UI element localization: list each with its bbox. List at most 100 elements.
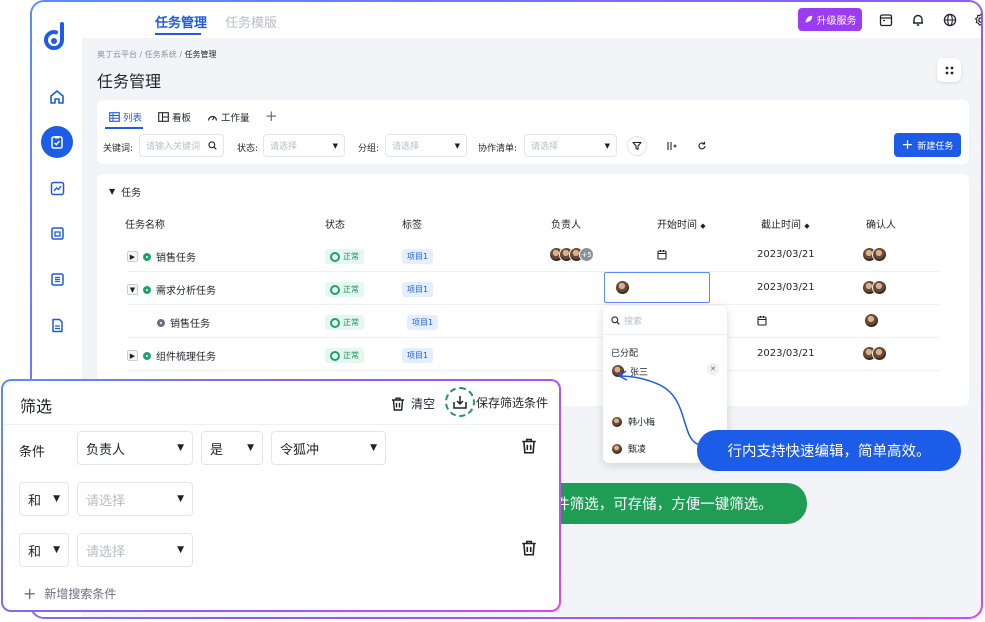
- avatar: [872, 280, 887, 295]
- chevron-down-icon: ▼: [370, 443, 377, 453]
- keyword-input[interactable]: 请输入关键词: [139, 134, 224, 157]
- end-date[interactable]: 2023/03/21: [757, 282, 815, 293]
- chevron-down-icon: ▼: [604, 141, 610, 150]
- filter-panel-title: 筛选: [20, 397, 53, 416]
- assigned-user-item[interactable]: 张三: [611, 364, 648, 378]
- tag-cell: 项目1: [407, 315, 439, 330]
- assigned-user-name: 张三: [630, 367, 649, 378]
- operator-select[interactable]: 是 ▼: [201, 431, 263, 465]
- user-option[interactable]: 韩小梅: [611, 415, 655, 428]
- search-icon: [208, 141, 217, 150]
- chevron-down-icon: ▼: [53, 545, 60, 555]
- calendar-icon[interactable]: [877, 11, 895, 29]
- delete-condition-icon[interactable]: [520, 437, 538, 455]
- field-select[interactable]: 负责人 ▼: [77, 431, 193, 465]
- upgrade-label: 升级服务: [816, 16, 857, 27]
- delete-condition-icon[interactable]: [520, 539, 538, 557]
- logic-select[interactable]: 和 ▼: [19, 482, 69, 516]
- status-select[interactable]: 请选择 ▼: [263, 134, 345, 157]
- breadcrumb-path[interactable]: 奥丁云平台 / 任务系统 /: [97, 50, 185, 59]
- status-label: 状态:: [237, 144, 259, 154]
- end-date[interactable]: 2023/03/21: [757, 348, 815, 359]
- app-logo-icon: [44, 22, 65, 50]
- assigned-section-label: 已分配: [611, 349, 639, 359]
- field-select-empty[interactable]: 请选择 ▼: [77, 482, 193, 516]
- upgrade-button[interactable]: 升级服务: [798, 8, 862, 31]
- view-tab-workload[interactable]: 工作量: [207, 110, 250, 124]
- chevron-down-icon: ▼: [454, 141, 460, 150]
- kanban-icon: [158, 112, 169, 122]
- value-select[interactable]: 令狐冲 ▼: [271, 431, 386, 465]
- avatar: [864, 313, 879, 328]
- task-name-cell: ▼ 需求分析任务: [127, 282, 216, 297]
- user-option[interactable]: 甄凌: [611, 442, 646, 455]
- calendar-nav-icon[interactable]: [44, 220, 70, 246]
- task-status-dot: [143, 252, 151, 261]
- expand-icon[interactable]: ▶: [127, 350, 138, 361]
- view-tab-kanban[interactable]: 看板: [158, 110, 191, 124]
- collab-list-select[interactable]: 请选择 ▼: [524, 134, 617, 157]
- table-row[interactable]: 销售任务 正常 项目1: [127, 305, 939, 338]
- end-date-icon[interactable]: [757, 315, 768, 326]
- assignee-cell[interactable]: +5: [549, 247, 594, 262]
- tag-badge: 项目1: [402, 348, 434, 363]
- globe-icon[interactable]: [941, 11, 959, 29]
- list-nav-icon[interactable]: [44, 266, 70, 292]
- avatar: [872, 247, 887, 262]
- field-select-empty[interactable]: 请选择 ▼: [77, 533, 193, 567]
- document-nav-icon[interactable]: [44, 312, 70, 338]
- assignee-search-input[interactable]: 搜索: [611, 314, 642, 327]
- status-cell: 正常: [325, 348, 364, 363]
- app-grid-button[interactable]: [937, 58, 961, 82]
- refresh-icon[interactable]: [692, 136, 712, 156]
- status-badge: 正常: [325, 282, 364, 297]
- add-condition-label: 新增搜索条件: [44, 587, 117, 601]
- table-row[interactable]: ▶ 组件梳理任务 正常 项目1 2023/03/21: [127, 338, 939, 371]
- add-condition-button[interactable]: + 新增搜索条件: [23, 584, 116, 603]
- save-filter-button[interactable]: 保存筛选条件: [445, 387, 548, 417]
- confirmer-cell: [862, 280, 887, 295]
- bell-icon[interactable]: [909, 11, 927, 29]
- remove-assignee-icon[interactable]: ✕: [707, 363, 719, 375]
- table-row[interactable]: ▼ 需求分析任务 正常 项目1 2023/03/21: [127, 272, 939, 305]
- end-date[interactable]: 2023/03/21: [757, 249, 815, 260]
- operator-select-value: 是: [210, 442, 224, 458]
- filter-icon[interactable]: [627, 136, 647, 156]
- user-option-name: 韩小梅: [628, 418, 656, 428]
- field-placeholder: 请选择: [86, 493, 126, 509]
- chevron-down-icon: ▼: [332, 141, 338, 150]
- sort-icon: ◆: [804, 222, 810, 230]
- home-icon[interactable]: [44, 84, 70, 110]
- assignee-edit-cell[interactable]: [604, 272, 710, 303]
- plus-icon: +: [901, 137, 914, 153]
- table-row[interactable]: ▶ 销售任务 正常 项目1 +5 2023/03/21: [127, 239, 939, 272]
- new-task-button[interactable]: + 新建任务: [894, 133, 961, 157]
- more-assignees-count: +5: [579, 247, 594, 262]
- column-settings-icon[interactable]: [661, 136, 681, 156]
- avatar: [611, 442, 623, 455]
- logic-select[interactable]: 和 ▼: [19, 533, 69, 567]
- task-table-card: ▼ 任务 任务名称 状态 标签 负责人 开始时间 ◆ 截止时间 ◆ 确认人 ▶ 销…: [97, 174, 969, 463]
- col-header-start[interactable]: 开始时间 ◆: [657, 216, 706, 231]
- expand-icon[interactable]: ▶: [127, 251, 138, 262]
- chart-nav-icon[interactable]: [44, 175, 70, 201]
- tab-task-templates[interactable]: 任务模版: [225, 12, 277, 31]
- gear-icon[interactable]: [972, 11, 981, 29]
- view-tab-list-label: 列表: [123, 113, 143, 124]
- clear-filter-button[interactable]: 清空: [390, 395, 435, 412]
- view-tab-list[interactable]: 列表: [109, 110, 142, 124]
- group-select[interactable]: 请选择 ▼: [385, 134, 467, 157]
- top-bar: 任务管理 任务模版 升级服务: [82, 2, 981, 38]
- keyword-placeholder: 请输入关键词: [146, 142, 201, 152]
- chevron-down-icon: ▼: [177, 494, 184, 504]
- divider: [3, 424, 559, 425]
- task-nav-icon[interactable]: [41, 126, 73, 158]
- add-view-button[interactable]: +: [265, 107, 278, 125]
- chevron-down-icon: ▼: [247, 443, 254, 453]
- task-name: 销售任务: [156, 253, 196, 264]
- tab-task-management[interactable]: 任务管理: [155, 12, 207, 31]
- task-group-header[interactable]: ▼ 任务: [109, 184, 141, 199]
- col-header-end[interactable]: 截止时间 ◆: [761, 216, 810, 231]
- start-date-icon[interactable]: [657, 249, 668, 260]
- collapse-icon[interactable]: ▼: [127, 284, 138, 295]
